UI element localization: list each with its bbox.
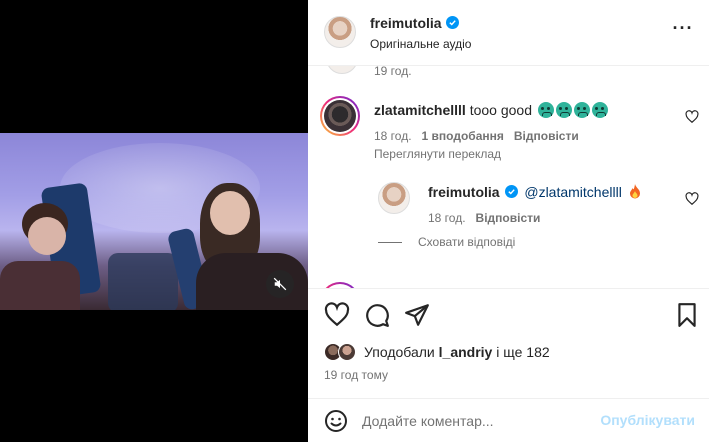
heart-icon[interactable] [324, 302, 350, 328]
comment-username[interactable]: zlatamitchellll [374, 102, 466, 118]
reply-body: freimutolia @zlatamitchellll [428, 184, 641, 200]
comment-like-heart-icon[interactable] [685, 110, 699, 124]
comment-icon[interactable] [364, 302, 390, 328]
comment-text: tooo good [469, 102, 532, 118]
reply-username[interactable]: freimutolia [428, 184, 500, 200]
avatar [324, 100, 356, 132]
post-video[interactable] [0, 133, 308, 310]
emoji-icon[interactable] [324, 409, 348, 433]
hide-replies-label: Сховати відповіді [418, 235, 516, 249]
post-header: freimutolia Оригінальне аудіо ··· [308, 0, 709, 66]
avatar[interactable] [324, 16, 356, 48]
post-media [0, 0, 308, 442]
post-timestamp[interactable]: 19 год тому [324, 368, 388, 382]
likes-username[interactable]: l_andriy [439, 344, 493, 360]
story-ring[interactable] [320, 96, 360, 136]
comment-meta: 18 год. 1 вподобання Відповісти [374, 129, 579, 143]
avatar[interactable] [326, 66, 358, 74]
comment-body: zlatamitchellll tooo good [374, 102, 608, 118]
reply-button[interactable]: Відповісти [476, 211, 541, 225]
see-translation-link[interactable]: Переглянути переклад [374, 147, 501, 161]
reply-like-heart-icon[interactable] [685, 192, 699, 206]
bookmark-icon[interactable] [674, 302, 700, 328]
post-sidebar: freimutolia Оригінальне аудіо ··· 19 год… [308, 0, 709, 442]
avatar[interactable] [378, 182, 410, 214]
likes-suffix[interactable]: і ще 182 [496, 344, 549, 360]
muted-speaker-icon [273, 277, 287, 291]
comment-time: 18 год. [374, 129, 412, 143]
mention-link[interactable]: @zlatamitchellll [524, 184, 621, 200]
author-username[interactable]: freimutolia [370, 15, 442, 31]
more-options-button[interactable]: ··· [671, 19, 695, 42]
reply-meta: 18 год. Відповісти [428, 211, 540, 225]
fire-emoji-icon [629, 184, 640, 199]
post-comment-button[interactable]: Опублікувати [600, 412, 695, 428]
likes-prefix: Уподобали [364, 344, 435, 360]
add-comment-bar: Опублікувати [308, 398, 709, 442]
more-icon: ··· [672, 18, 694, 38]
reply-time: 18 год. [428, 211, 466, 225]
comment-input[interactable] [362, 411, 602, 431]
verified-badge-icon [446, 16, 459, 29]
crying-face-emoji-icon [537, 102, 554, 118]
hide-replies-button[interactable]: Сховати відповіді [378, 235, 515, 249]
comment-likes-count[interactable]: 1 вподобання [422, 129, 504, 143]
audio-label[interactable]: Оригінальне аудіо [370, 37, 471, 51]
likes-summary[interactable]: Уподобали l_andriy і ще 182 [324, 342, 550, 362]
crying-face-emoji-icon [573, 102, 590, 118]
comments-list: 19 год. zlatamitchellll tooo good 18 год… [308, 66, 709, 288]
reply-button[interactable]: Відповісти [514, 129, 579, 143]
mute-button[interactable] [266, 270, 294, 298]
crying-face-emoji-icon [555, 102, 572, 118]
comment-time: 19 год. [374, 66, 412, 78]
crying-face-emoji-icon [591, 102, 608, 118]
verified-badge-icon [505, 185, 519, 198]
post-actions [308, 296, 709, 336]
share-icon[interactable] [404, 302, 430, 328]
avatar [338, 343, 356, 361]
